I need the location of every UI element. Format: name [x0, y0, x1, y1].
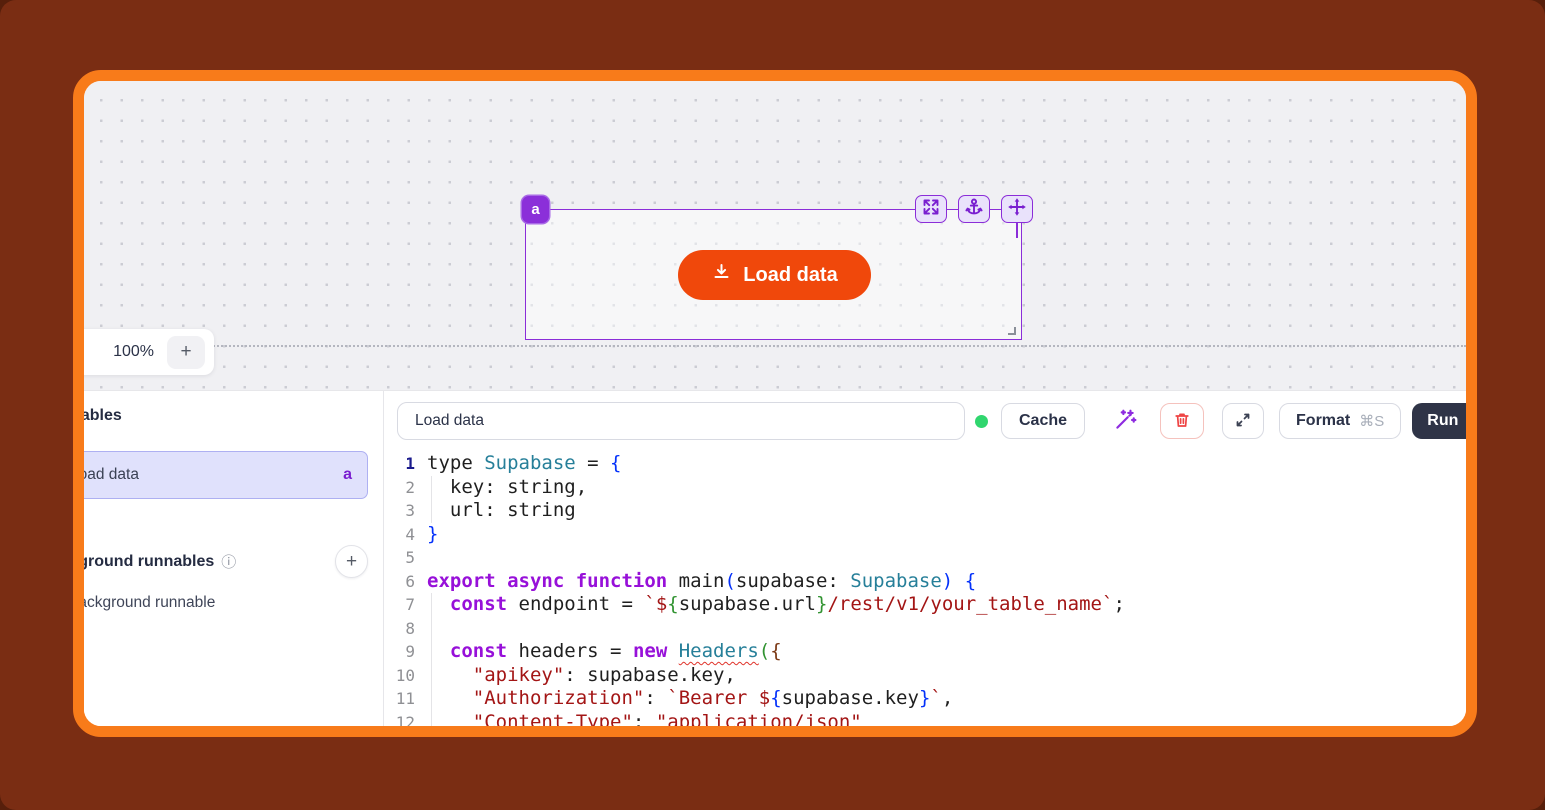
- code-line[interactable]: 4}: [385, 523, 1466, 547]
- line-number: 8: [385, 617, 427, 641]
- code-line[interactable]: 9 const headers = new Headers({: [385, 640, 1466, 664]
- line-number: 11: [385, 687, 427, 711]
- code-line[interactable]: 1type Supabase = {: [385, 452, 1466, 476]
- line-number: 6: [385, 570, 427, 594]
- code-line[interactable]: 3 url: string: [385, 499, 1466, 523]
- code-editor[interactable]: 1type Supabase = {2 key: string,3 url: s…: [385, 447, 1466, 726]
- code-line[interactable]: 12 "Content-Type": "application/json": [385, 711, 1466, 727]
- run-button[interactable]: Run: [1412, 403, 1477, 439]
- anchor-component-button[interactable]: [958, 195, 990, 223]
- download-icon: [711, 262, 732, 288]
- load-data-button[interactable]: Load data: [678, 250, 871, 300]
- runnables-sidebar: Runnables Load data a Background runnabl…: [84, 391, 384, 726]
- magic-wand-icon: [1113, 420, 1137, 435]
- code-line[interactable]: 7 const endpoint = `${supabase.url}/rest…: [385, 593, 1466, 617]
- expand-icon: [921, 197, 941, 222]
- component-controls: [915, 195, 1033, 223]
- zoom-level: 100%: [113, 343, 154, 361]
- code-line[interactable]: 2 key: string,: [385, 476, 1466, 500]
- bottom-panel: Runnables Load data a Background runnabl…: [84, 390, 1466, 726]
- diagonal-expand-icon: [1233, 410, 1253, 433]
- status-dot: [975, 415, 988, 428]
- sidebar-item-load-data[interactable]: Load data a: [84, 451, 368, 499]
- code-line[interactable]: 11 "Authorization": `Bearer ${supabase.k…: [385, 687, 1466, 711]
- code-line[interactable]: 8: [385, 617, 1466, 641]
- sidebar-item-badge: a: [343, 466, 352, 484]
- anchor-icon: [964, 197, 984, 222]
- runnables-header: Runnables: [84, 407, 384, 427]
- load-data-button-label: Load data: [743, 264, 837, 287]
- format-shortcut: ⌘S: [1359, 412, 1384, 430]
- line-number: 7: [385, 593, 427, 617]
- expand-editor-button[interactable]: [1222, 403, 1264, 439]
- format-button[interactable]: Format ⌘S: [1279, 403, 1401, 439]
- line-number: 12: [385, 711, 427, 727]
- line-number: 4: [385, 523, 427, 547]
- line-number: 2: [385, 476, 427, 500]
- sidebar-item-background-runnable[interactable]: Background runnable: [84, 594, 384, 612]
- component-resize-handle[interactable]: [1008, 327, 1016, 335]
- delete-button[interactable]: [1160, 403, 1204, 439]
- code-lines: 1type Supabase = {2 key: string,3 url: s…: [385, 452, 1466, 726]
- component-id-badge: a: [522, 196, 549, 223]
- editor-toolbar: Cache: [397, 402, 1477, 440]
- page-background: 100% + a: [0, 0, 1545, 810]
- add-background-runnable-button[interactable]: +: [335, 545, 368, 578]
- cache-button[interactable]: Cache: [1001, 403, 1085, 439]
- magic-wand-button[interactable]: [1111, 406, 1139, 436]
- line-number: 3: [385, 499, 427, 523]
- expand-component-button[interactable]: [915, 195, 947, 223]
- background-runnables-header: Background runnables: [84, 553, 214, 571]
- zoom-control: 100% +: [73, 329, 214, 375]
- format-button-label: Format: [1296, 412, 1350, 430]
- move-icon: [1007, 197, 1027, 222]
- line-number: 10: [385, 664, 427, 688]
- code-line[interactable]: 6export async function main(supabase: Su…: [385, 570, 1466, 594]
- runnable-editor-pane: Cache: [385, 391, 1466, 726]
- sidebar-item-label: Load data: [84, 466, 343, 484]
- line-number: 1: [385, 452, 427, 476]
- line-number: 5: [385, 546, 427, 570]
- component-border-stem: [1016, 223, 1018, 238]
- canvas-boundary-dotted-line: [190, 345, 1466, 347]
- info-icon: ⓘ: [221, 551, 236, 572]
- app-canvas[interactable]: 100% + a: [84, 81, 1466, 390]
- runnable-name-input[interactable]: [397, 402, 965, 440]
- move-component-button[interactable]: [1001, 195, 1033, 223]
- selected-component[interactable]: a: [525, 209, 1022, 340]
- line-number: 9: [385, 640, 427, 664]
- app-window: 100% + a: [73, 70, 1477, 737]
- code-line[interactable]: 10 "apikey": supabase.key,: [385, 664, 1466, 688]
- trash-icon: [1172, 410, 1192, 433]
- zoom-in-button[interactable]: +: [167, 336, 205, 369]
- code-line[interactable]: 5: [385, 546, 1466, 570]
